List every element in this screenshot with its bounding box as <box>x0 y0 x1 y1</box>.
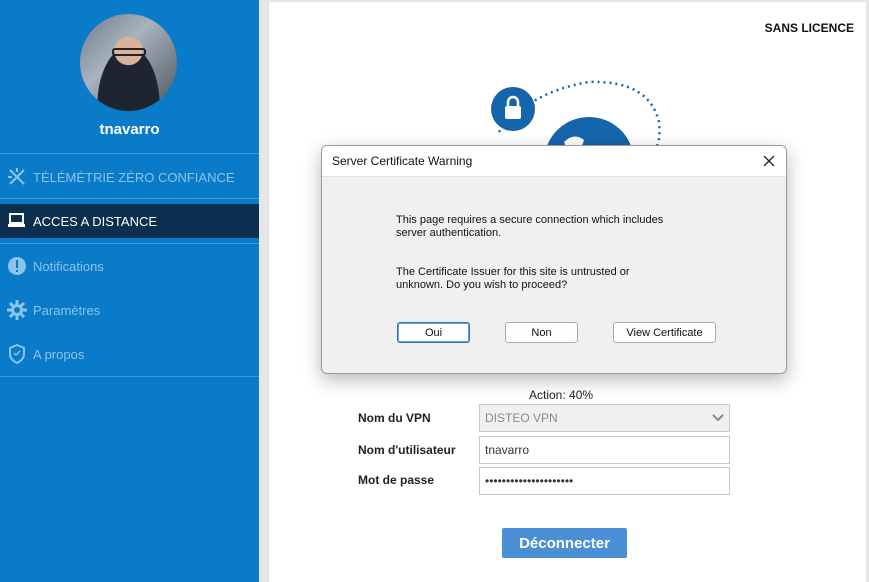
sidebar-item-remote-access[interactable]: ACCES A DISTANCE <box>0 204 259 238</box>
close-icon[interactable] <box>760 152 778 170</box>
password-input[interactable]: ••••••••••••••••••••• <box>479 467 730 495</box>
telemetry-icon <box>6 166 28 188</box>
certificate-warning-dialog: Server Certificate Warning This page req… <box>321 145 787 374</box>
sidebar-item-label: Paramètres <box>33 302 101 318</box>
username-label: Nom d'utilisateur <box>358 443 456 457</box>
vpn-select[interactable]: DISTEO VPN <box>479 404 730 432</box>
shield-icon <box>6 343 28 365</box>
sidebar-item-about[interactable]: A propos <box>0 337 259 371</box>
dialog-line: This page requires a secure connection w… <box>396 214 664 226</box>
chevron-down-icon <box>712 411 724 425</box>
no-button[interactable]: Non <box>505 322 578 343</box>
dialog-message-1: This page requires a secure connection w… <box>396 214 716 240</box>
gear-icon <box>6 299 28 321</box>
sidebar-item-label: ACCES A DISTANCE <box>33 213 158 229</box>
vpn-label: Nom du VPN <box>358 411 431 425</box>
divider <box>0 243 259 244</box>
dialog-line: The Certificate Issuer for this site is … <box>396 266 630 278</box>
disconnect-button[interactable]: Déconnecter <box>502 528 627 558</box>
username: tnavarro <box>99 121 160 138</box>
password-label: Mot de passe <box>358 473 435 487</box>
divider <box>0 153 259 154</box>
sidebar-item-label: Notifications <box>33 258 104 274</box>
notification-icon <box>6 255 28 277</box>
sidebar-item-notifications[interactable]: Notifications <box>0 249 259 283</box>
avatar <box>80 14 177 111</box>
vpn-select-value: DISTEO VPN <box>485 411 558 425</box>
sidebar-item-settings[interactable]: Paramètres <box>0 293 259 327</box>
dialog-line: unknown. Do you wish to proceed? <box>396 279 568 291</box>
yes-button[interactable]: Oui <box>397 322 470 343</box>
sidebar: tnavarro TÉLÉMÉTRIE ZÉRO CONFIANCE ACCES… <box>0 0 259 582</box>
sidebar-item-label: A propos <box>33 346 85 362</box>
view-certificate-button[interactable]: View Certificate <box>613 322 716 343</box>
dialog-line: server authentication. <box>396 227 502 239</box>
license-status: SANS LICENCE <box>764 21 854 35</box>
dialog-title: Server Certificate Warning <box>332 154 473 168</box>
sidebar-item-telemetry[interactable]: TÉLÉMÉTRIE ZÉRO CONFIANCE <box>0 160 259 194</box>
dialog-title-bar: Server Certificate Warning <box>322 146 786 177</box>
username-input[interactable]: tnavarro <box>479 436 730 464</box>
divider <box>0 198 259 199</box>
divider <box>0 376 259 377</box>
dialog-message-2: The Certificate Issuer for this site is … <box>396 266 716 292</box>
remote-access-icon <box>6 210 28 232</box>
sidebar-item-label: TÉLÉMÉTRIE ZÉRO CONFIANCE <box>33 169 235 185</box>
progress-text: Action: 40% <box>529 388 594 402</box>
